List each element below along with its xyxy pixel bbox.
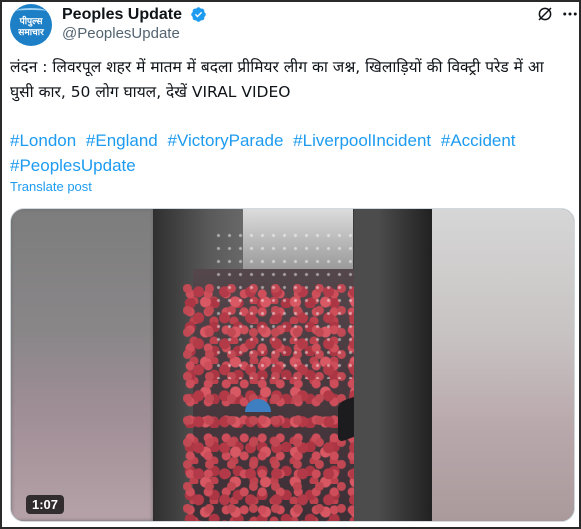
translate-post-link[interactable]: Translate post: [10, 179, 92, 194]
video-frame: [153, 209, 434, 521]
avatar-logo-line-2: समाचार: [18, 28, 44, 38]
video-player[interactable]: 1:07: [10, 208, 575, 522]
hashtag-accident[interactable]: #Accident: [441, 131, 516, 150]
video-duration-badge: 1:07: [26, 495, 65, 514]
hashtag-peoplesupdate[interactable]: #PeoplesUpdate: [10, 156, 136, 175]
display-name[interactable]: Peoples Update: [62, 6, 182, 24]
hashtag-list: #London #England #VictoryParade #Liverpo…: [10, 128, 570, 178]
post-text: लंदन : लिवरपूल शहर में मातम में बदला प्र…: [10, 58, 544, 101]
hashtag-england[interactable]: #England: [86, 131, 158, 150]
hashtag-london[interactable]: #London: [10, 131, 76, 150]
post-header: पीपुल्स समाचार Peoples Update @PeoplesUp…: [10, 3, 577, 46]
author-info: Peoples Update @PeoplesUpdate: [62, 4, 207, 42]
grok-icon[interactable]: [536, 5, 554, 23]
user-handle[interactable]: @PeoplesUpdate: [62, 25, 207, 42]
video-blur-left: [11, 209, 153, 521]
hashtag-liverpoolincident[interactable]: #LiverpoolIncident: [293, 131, 431, 150]
hashtag-victoryparade[interactable]: #VictoryParade: [168, 131, 284, 150]
building-right: [354, 209, 434, 521]
video-blur-right: [432, 209, 574, 521]
post-card: पीपुल्स समाचार Peoples Update @PeoplesUp…: [0, 0, 581, 529]
more-icon[interactable]: [560, 5, 580, 23]
verified-badge-icon: [191, 7, 206, 22]
avatar[interactable]: पीपुल्स समाचार: [10, 4, 52, 46]
